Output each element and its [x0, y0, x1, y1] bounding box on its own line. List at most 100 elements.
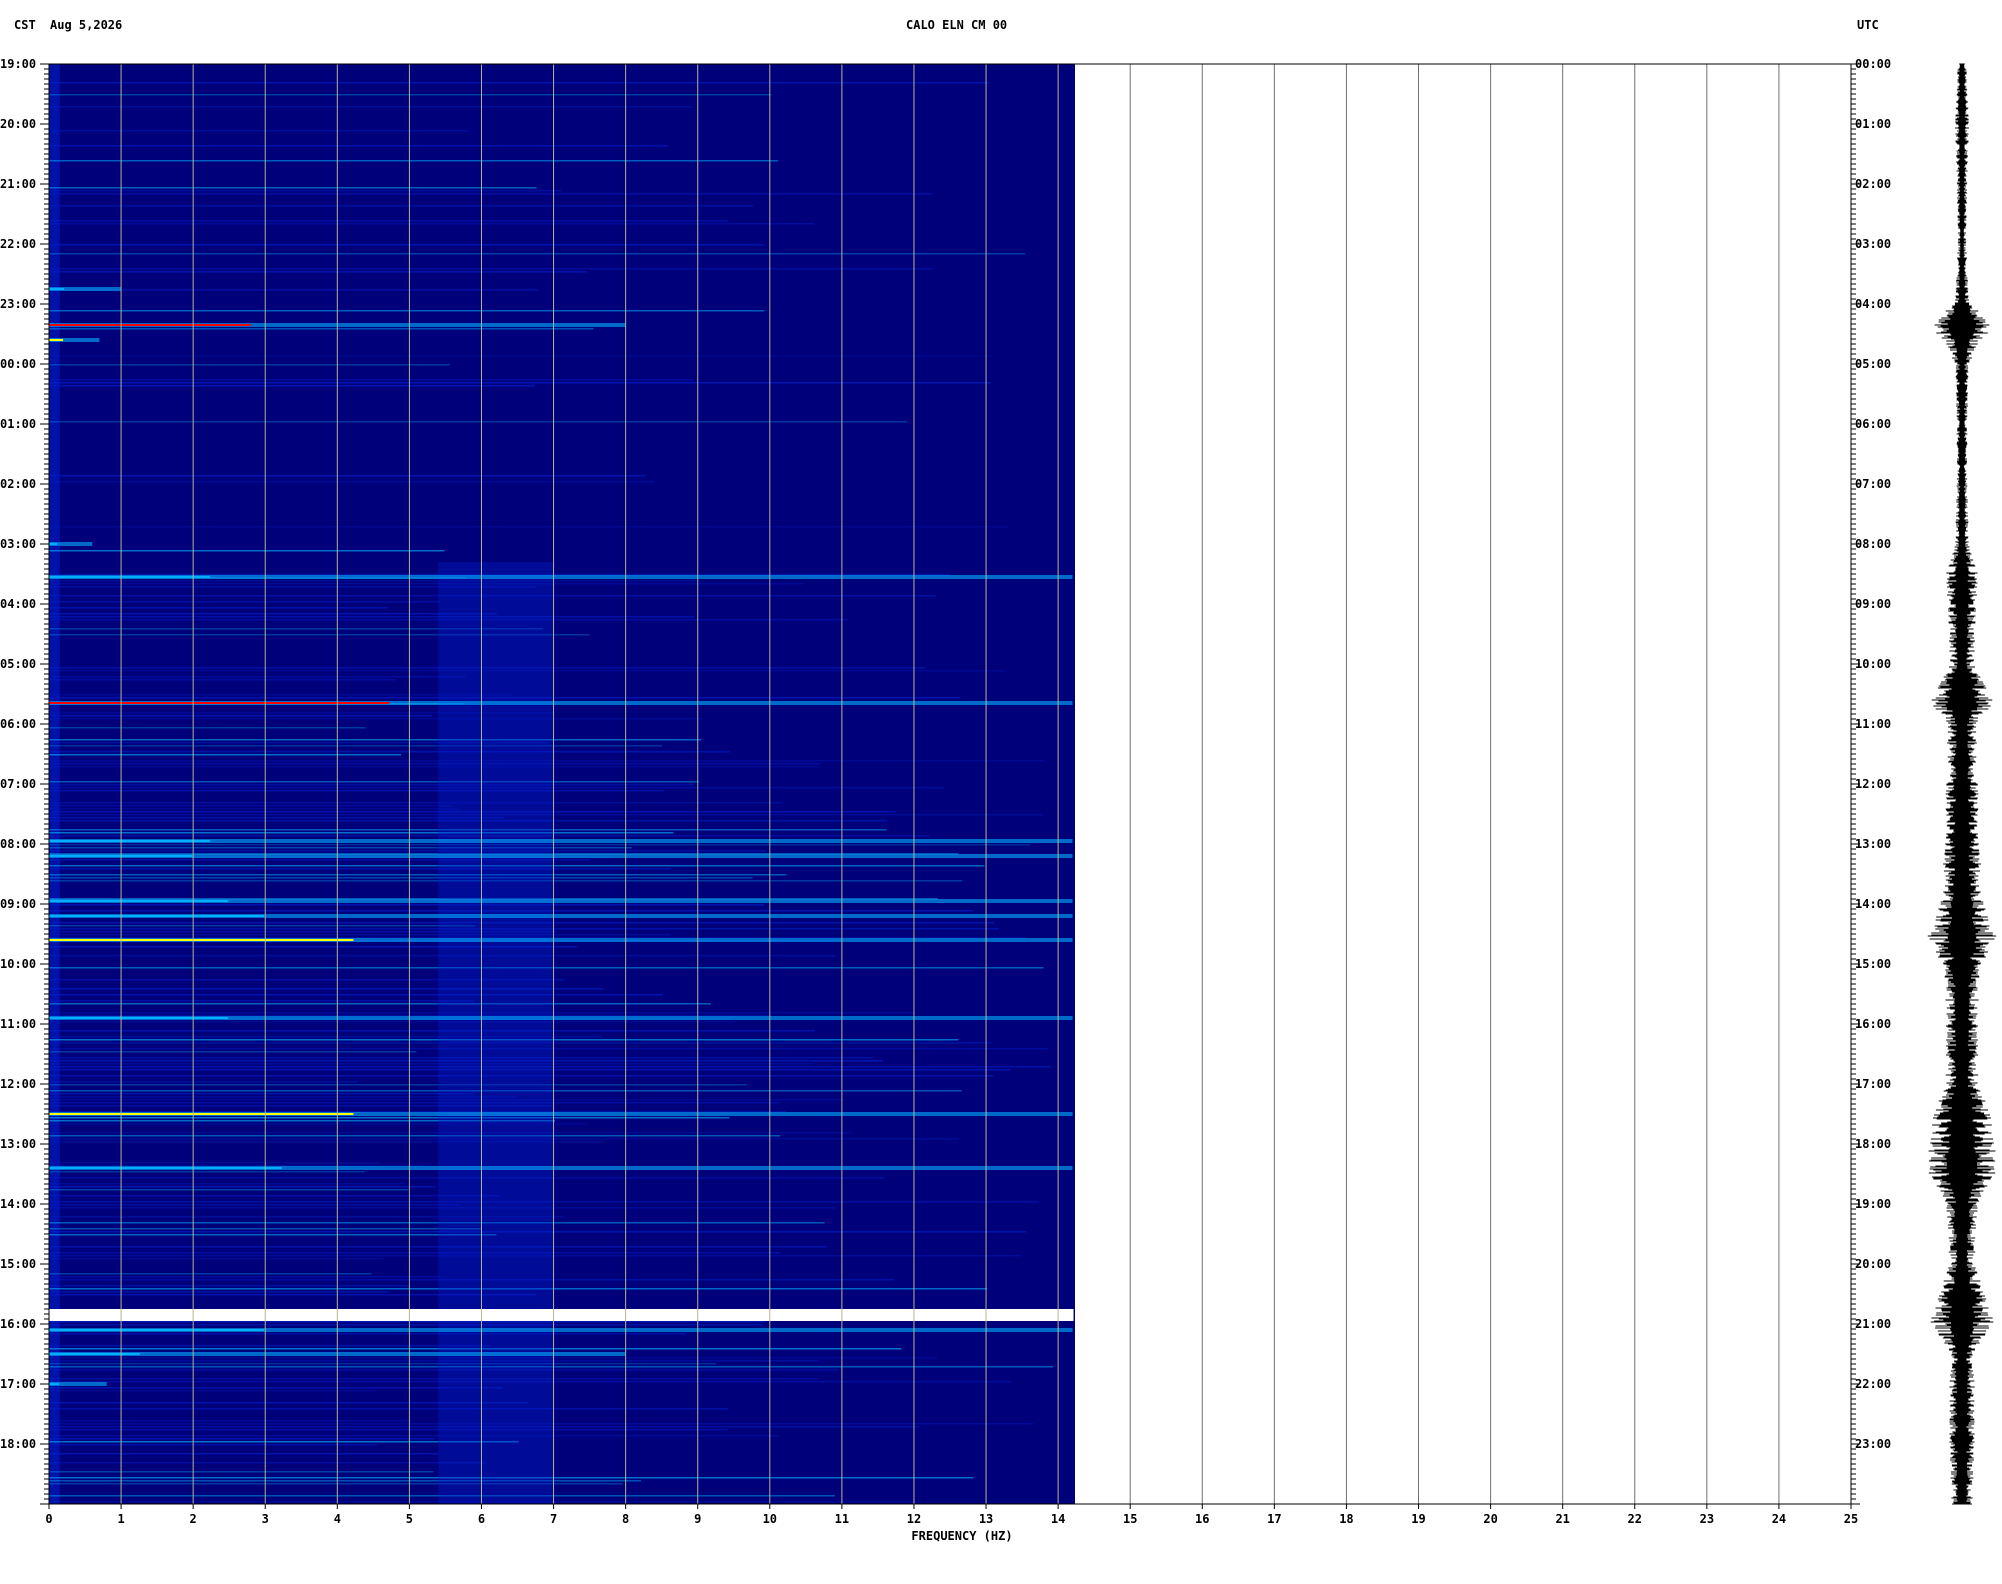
right-time-label: 11:00 — [1855, 717, 1891, 731]
noise-row — [49, 727, 366, 729]
event-core — [49, 1353, 140, 1355]
noise-row — [49, 751, 730, 753]
noise-row — [49, 1222, 825, 1224]
noise-row — [49, 310, 765, 312]
x-tick-label: 22 — [1628, 1512, 1642, 1526]
noise-row — [49, 289, 539, 291]
x-tick-label: 15 — [1123, 1512, 1137, 1526]
left-time-label: 17:00 — [0, 1377, 36, 1391]
noise-row — [49, 244, 764, 246]
noise-row — [49, 808, 459, 810]
noise-row — [49, 1021, 736, 1023]
x-tick-label: 19 — [1411, 1512, 1425, 1526]
left-time-label: 05:00 — [0, 657, 36, 671]
noise-row — [49, 754, 402, 756]
noise-row — [49, 1003, 711, 1005]
noise-row — [49, 784, 694, 786]
noise-row — [49, 616, 695, 618]
noise-row — [49, 1390, 376, 1392]
event-core — [49, 1329, 264, 1331]
noise-row — [49, 1273, 372, 1275]
event-band — [49, 854, 1073, 858]
noise-row — [49, 1408, 729, 1410]
x-tick-label: 4 — [334, 1512, 341, 1526]
noise-row — [49, 874, 787, 876]
left-time-label: 19:00 — [0, 57, 36, 71]
noise-row — [49, 850, 766, 852]
x-tick-label: 8 — [622, 1512, 629, 1526]
right-time-label: 07:00 — [1855, 477, 1891, 491]
noise-row — [49, 205, 754, 207]
noise-row — [49, 1195, 500, 1197]
noise-row — [49, 904, 764, 906]
event-core — [49, 288, 65, 290]
noise-row — [49, 1333, 687, 1335]
event-core — [49, 900, 229, 902]
event-core — [49, 576, 211, 578]
noise-row — [49, 766, 820, 768]
event-core — [49, 1017, 229, 1019]
noise-row — [49, 1444, 378, 1446]
right-time-label: 03:00 — [1855, 237, 1891, 251]
x-tick-label: 5 — [406, 1512, 413, 1526]
noise-row — [49, 1102, 780, 1104]
left-time-label: 07:00 — [0, 777, 36, 791]
noise-row — [49, 994, 664, 996]
noise-row — [49, 1378, 819, 1380]
noise-row — [49, 145, 669, 147]
x-tick-label: 2 — [190, 1512, 197, 1526]
left-time-label: 10:00 — [0, 957, 36, 971]
right-time-label: 16:00 — [1855, 1017, 1891, 1031]
right-time-label: 18:00 — [1855, 1137, 1891, 1151]
right-time-label: 06:00 — [1855, 417, 1891, 431]
right-time-label: 23:00 — [1855, 1437, 1891, 1451]
event-core — [49, 339, 64, 341]
x-tick-label: 14 — [1051, 1512, 1065, 1526]
noise-row — [49, 718, 703, 720]
event-core — [49, 324, 251, 326]
right-time-label: 13:00 — [1855, 837, 1891, 851]
noise-row — [49, 1081, 358, 1083]
right-time-label: 12:00 — [1855, 777, 1891, 791]
noise-row — [49, 1030, 816, 1032]
noise-row — [49, 187, 537, 189]
noise-row — [49, 355, 992, 357]
noise-row — [49, 1063, 814, 1065]
noise-row — [49, 1420, 412, 1422]
event-core — [49, 702, 390, 704]
right-time-label: 09:00 — [1855, 597, 1891, 611]
left-time-label: 13:00 — [0, 1137, 36, 1151]
noise-row — [49, 1435, 779, 1437]
noise-row — [49, 1462, 486, 1464]
event-core — [49, 1113, 354, 1115]
x-tick-label: 0 — [45, 1512, 52, 1526]
noise-row — [49, 94, 772, 96]
noise-row — [49, 601, 441, 603]
noise-row — [49, 763, 821, 765]
x-tick-label: 6 — [478, 1512, 485, 1526]
noise-row — [49, 745, 662, 747]
noise-row — [49, 817, 504, 819]
x-tick-label: 9 — [694, 1512, 701, 1526]
x-tick-label: 7 — [550, 1512, 557, 1526]
noise-row — [49, 802, 783, 804]
noise-row — [49, 1321, 765, 1323]
left-time-label: 02:00 — [0, 477, 36, 491]
noise-row — [49, 1387, 503, 1389]
right-time-label: 20:00 — [1855, 1257, 1891, 1271]
event-core — [49, 1383, 60, 1385]
right-time-label: 00:00 — [1855, 57, 1891, 71]
noise-row — [49, 832, 674, 834]
data-gap — [48, 1309, 1074, 1321]
x-tick-label: 13 — [979, 1512, 993, 1526]
noise-row — [49, 253, 1026, 255]
noise-row — [49, 190, 562, 192]
noise-row — [49, 481, 654, 483]
noise-row — [49, 1135, 781, 1137]
right-time-label: 17:00 — [1855, 1077, 1891, 1091]
noise-row — [49, 1084, 748, 1086]
noise-row — [49, 1363, 716, 1365]
noise-row — [49, 160, 779, 162]
event-core — [49, 939, 354, 941]
noise-row — [49, 82, 989, 84]
